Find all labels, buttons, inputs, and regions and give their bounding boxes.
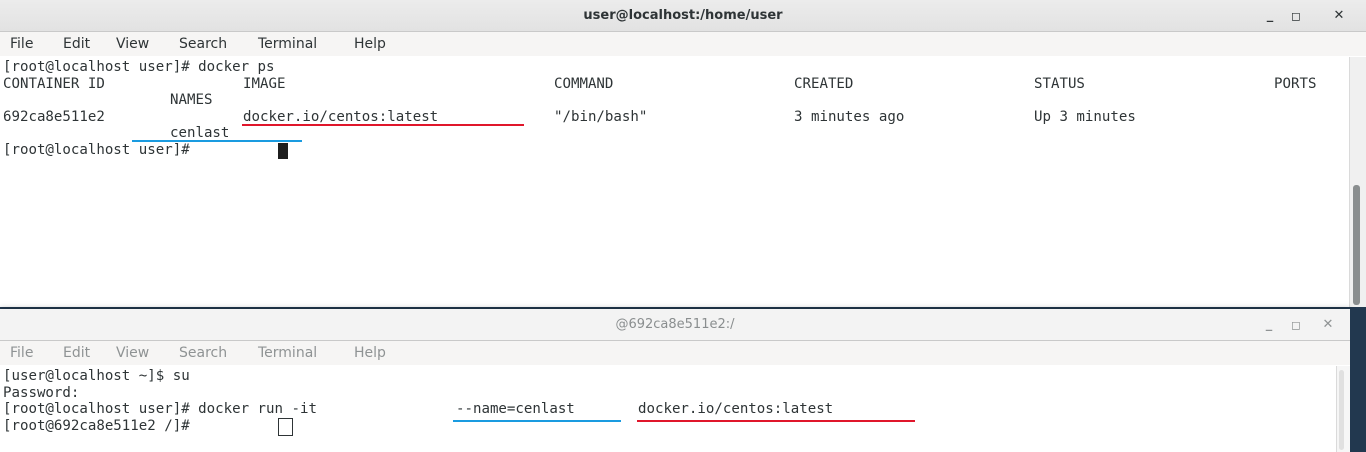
menu-view[interactable]: View: [116, 32, 149, 56]
menu-search[interactable]: Search: [179, 32, 227, 56]
menu-terminal[interactable]: Terminal: [258, 32, 317, 56]
window-title: @692ca8e511e2:/: [615, 317, 735, 332]
row-command: "/bin/bash": [554, 109, 648, 125]
annotation-underline-red: [637, 420, 915, 422]
menu-help[interactable]: Help: [354, 32, 386, 56]
header-ports: PORTS: [1274, 76, 1317, 92]
window-title: user@localhost:/home/user: [583, 8, 783, 23]
docker-run-prefix: [root@localhost user]# docker run -it: [3, 401, 326, 417]
menu-help[interactable]: Help: [354, 341, 386, 365]
close-button[interactable]: ✕: [1329, 6, 1349, 26]
header-image: IMAGE: [243, 76, 286, 92]
header-container-id: CONTAINER ID: [3, 76, 105, 92]
row-status: Up 3 minutes: [1034, 109, 1136, 125]
annotation-underline-blue: [132, 140, 302, 142]
terminal-window-container: @692ca8e511e2:/ _ ◻ ✕ File Edit View Sea…: [0, 309, 1350, 452]
password-line: Password:: [3, 385, 80, 401]
annotation-underline-red: [242, 124, 524, 126]
command-line: [root@localhost user]# docker ps: [3, 59, 275, 75]
row-name: cenlast: [170, 125, 230, 141]
terminal-output[interactable]: [user@localhost ~]$ su Password: [root@l…: [3, 368, 1333, 448]
scrollbar-thumb[interactable]: [1353, 185, 1360, 305]
menu-file[interactable]: File: [10, 341, 33, 365]
desktop-background: [1350, 309, 1366, 452]
scrollbar[interactable]: [1336, 366, 1350, 452]
docker-run-image: docker.io/centos:latest: [638, 401, 834, 417]
text-cursor: [278, 143, 288, 159]
scrollbar-thumb[interactable]: [1339, 370, 1344, 450]
terminal-output[interactable]: [root@localhost user]# docker ps CONTAIN…: [3, 59, 1343, 299]
prompt-line: [root@localhost user]#: [3, 142, 199, 158]
minimize-button[interactable]: _: [1259, 315, 1279, 335]
menu-file[interactable]: File: [10, 32, 33, 56]
menu-bar: File Edit View Search Terminal Help: [0, 341, 1350, 365]
menu-search[interactable]: Search: [179, 341, 227, 365]
title-bar[interactable]: user@localhost:/home/user _ ◻ ✕: [0, 0, 1366, 32]
row-container-id: 692ca8e511e2: [3, 109, 105, 125]
menu-edit[interactable]: Edit: [63, 341, 90, 365]
header-command: COMMAND: [554, 76, 614, 92]
header-names: NAMES: [170, 92, 213, 108]
title-bar[interactable]: @692ca8e511e2:/ _ ◻ ✕: [0, 309, 1350, 341]
close-button[interactable]: ✕: [1318, 315, 1338, 335]
menu-bar: File Edit View Search Terminal Help: [0, 32, 1366, 56]
menu-edit[interactable]: Edit: [63, 32, 90, 56]
header-created: CREATED: [794, 76, 854, 92]
header-status: STATUS: [1034, 76, 1085, 92]
terminal-window-root: user@localhost:/home/user _ ◻ ✕ File Edi…: [0, 0, 1366, 307]
row-created: 3 minutes ago: [794, 109, 905, 125]
annotation-underline-blue: [453, 420, 621, 422]
maximize-button[interactable]: ◻: [1286, 6, 1306, 26]
su-line: [user@localhost ~]$ su: [3, 368, 190, 384]
scrollbar[interactable]: [1349, 57, 1366, 307]
text-cursor: [278, 418, 293, 436]
row-image: docker.io/centos:latest: [243, 109, 439, 125]
maximize-button[interactable]: ◻: [1286, 315, 1306, 335]
menu-view[interactable]: View: [116, 341, 149, 365]
minimize-button[interactable]: _: [1260, 6, 1280, 26]
docker-run-name-flag: --name=cenlast: [456, 401, 575, 417]
container-prompt-line: [root@692ca8e511e2 /]#: [3, 418, 199, 434]
menu-terminal[interactable]: Terminal: [258, 341, 317, 365]
